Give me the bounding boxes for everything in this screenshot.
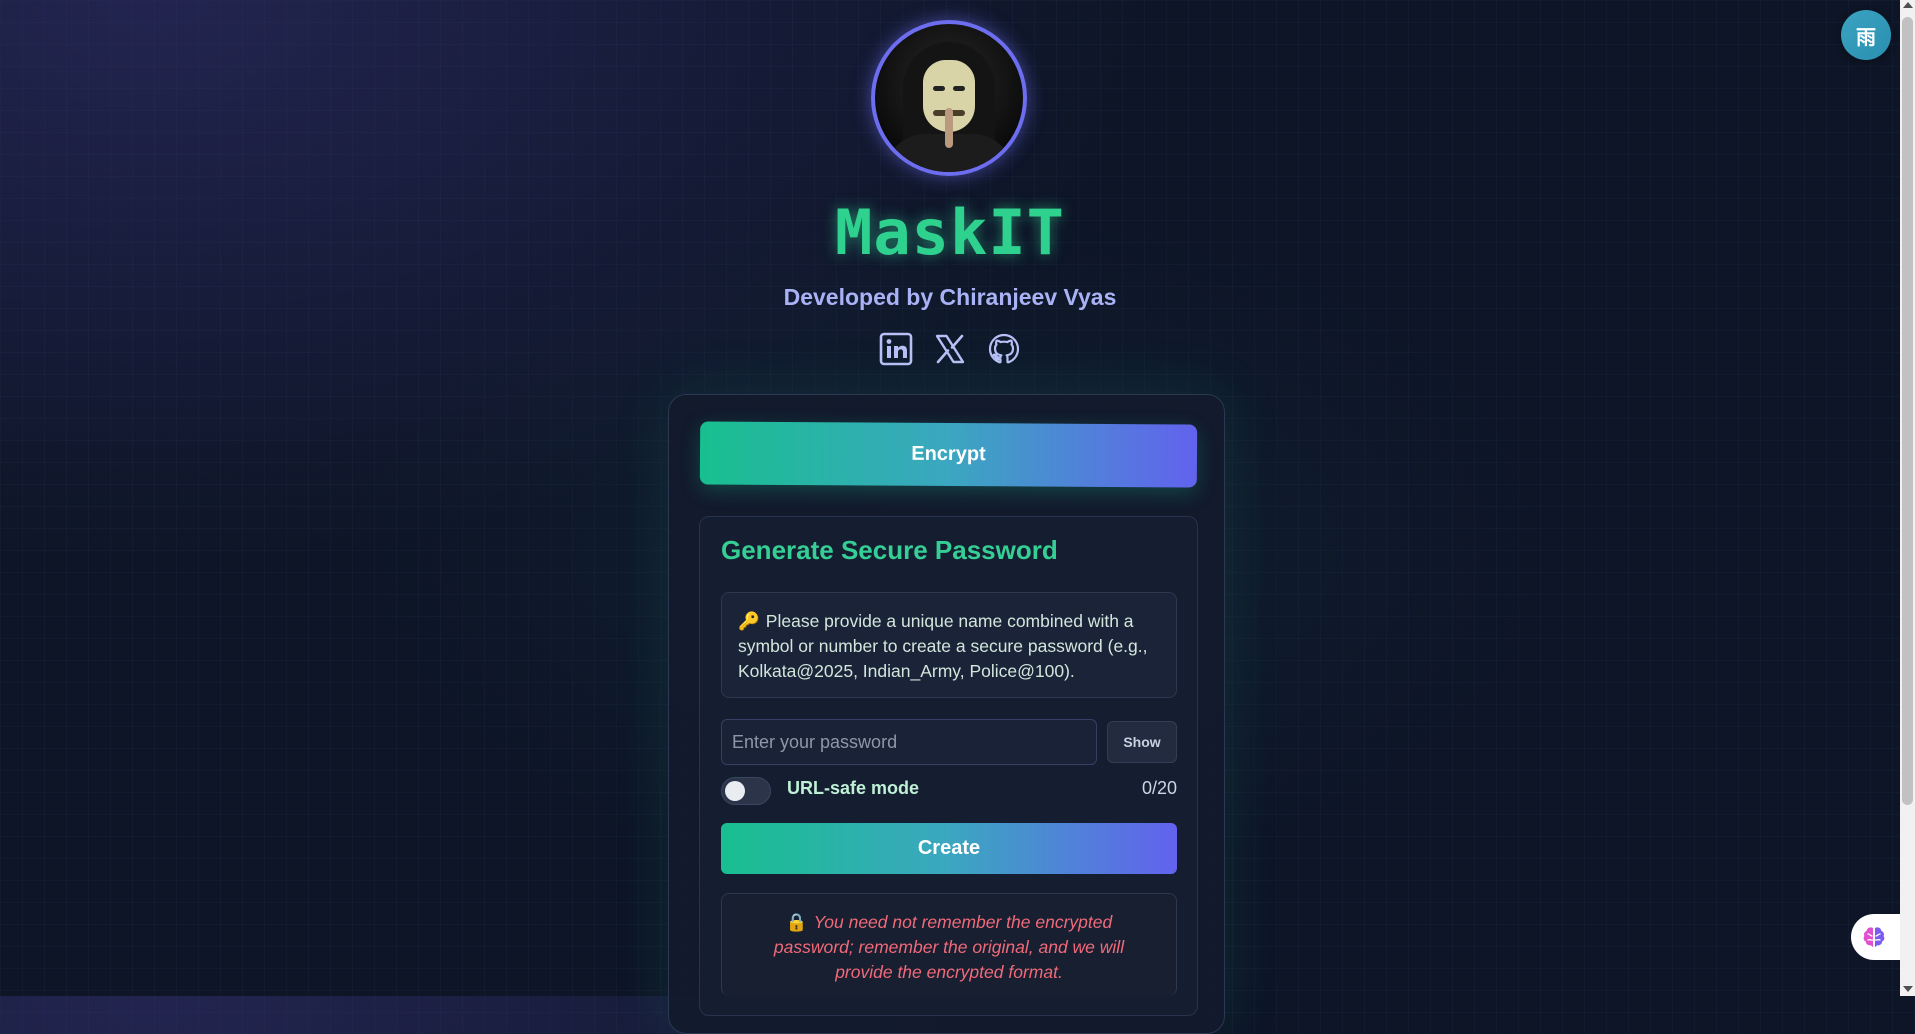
developer-credit: Developed by Chiranjeev Vyas [783,284,1117,310]
scrollbar-thumb[interactable] [1902,17,1913,805]
info-box: 🔑 Please provide a unique name combined w… [721,592,1177,698]
app-title: MaskIT [835,196,1065,269]
url-safe-toggle[interactable] [721,777,771,805]
url-safe-label: URL-safe mode [787,778,920,798]
scroll-down-arrow[interactable] [1903,986,1913,992]
character-counter: 0/20 [1141,778,1177,798]
linkedin-icon[interactable] [879,332,913,366]
social-links [0,332,1900,368]
key-icon: 🔑 [738,611,760,631]
toggle-knob [725,781,745,801]
create-button[interactable]: Create [721,823,1177,874]
translate-icon: 雨 [1856,24,1876,49]
scroll-up-arrow[interactable] [1903,2,1913,8]
warning-text: You need not remember the encrypted pass… [773,912,1125,982]
show-password-button[interactable]: Show [1107,721,1177,763]
generator-heading: Generate Secure Password [721,535,1058,565]
page: MaskIT Developed by Chiranjeev Vyas Encr [0,0,1901,1034]
translate-button[interactable]: 雨 [1841,10,1891,60]
github-icon[interactable] [987,332,1021,366]
assistant-button[interactable] [1851,914,1901,960]
vertical-scrollbar[interactable] [1900,0,1915,996]
lock-icon: 🔒 [785,912,808,932]
brain-icon [1863,927,1885,947]
profile-avatar [871,20,1027,176]
x-icon[interactable] [933,332,967,366]
warning-box: 🔒 You need not remember the encrypted pas… [721,893,1177,996]
password-input[interactable] [721,719,1097,765]
encrypt-button[interactable]: Encrypt [699,421,1198,488]
info-text: Please provide a unique name combined wi… [738,611,1148,681]
